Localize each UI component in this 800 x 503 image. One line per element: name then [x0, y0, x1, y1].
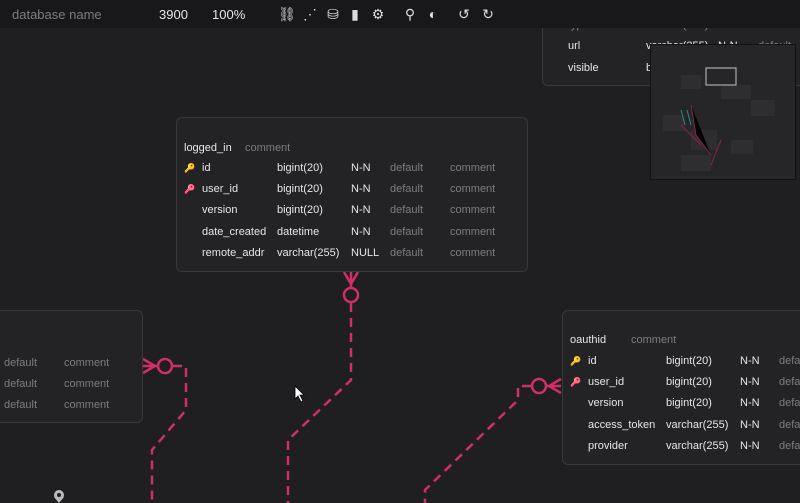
column-null: N-N: [740, 397, 760, 410]
column-name: user_id: [202, 183, 239, 196]
column-comment: comment: [450, 246, 496, 259]
column-type: bigint(20): [277, 183, 323, 196]
relation-line-left: [150, 364, 188, 503]
column-default: defa: [779, 418, 800, 431]
foreign-key-icon: 🔑: [184, 184, 196, 195]
column-default: default: [4, 357, 38, 369]
column-null: NULL: [351, 246, 380, 259]
column-name: version: [588, 397, 624, 410]
toolbar: database name 3900 100% ⛓ ⋰ ⛁ ▮ ⚙ ⚲ ◐ ↺ …: [0, 0, 800, 28]
column-name: date_created: [202, 225, 267, 238]
column-type: varchar(255): [666, 418, 729, 431]
column-null: N-N: [740, 355, 760, 367]
database-name[interactable]: database name: [12, 7, 102, 22]
column-null: N-N: [740, 439, 760, 452]
column-default: default: [390, 204, 424, 217]
relation-foot-logged-in: [342, 271, 360, 287]
column-default: defa: [779, 397, 800, 410]
table-oauthid[interactable]: oauthid comment 🔑 id bigint(20) N-N defa 🔑 user…: [562, 310, 800, 465]
column-default: default: [390, 162, 424, 174]
table-comment: comment: [245, 142, 291, 154]
column-default: defa: [779, 355, 800, 367]
column-default: default: [4, 378, 38, 390]
zoom-level[interactable]: 100%: [212, 7, 245, 22]
relation-line-logged-in: [286, 303, 353, 503]
chart-icon[interactable]: ⋰: [301, 5, 319, 23]
column-name: url: [568, 40, 581, 52]
column-default: default: [390, 246, 424, 259]
minimap-viewport: [705, 67, 737, 86]
relation-foot-oauthid: [546, 377, 562, 395]
column-default: default: [4, 399, 38, 411]
minimap[interactable]: [650, 44, 796, 180]
table-name: oauthid: [570, 334, 607, 346]
column-comment: comment: [450, 225, 496, 238]
column-null: N-N: [351, 183, 371, 196]
relation-line-oauthid: [423, 384, 531, 503]
undo-icon[interactable]: ↺: [455, 5, 473, 23]
column-default: defa: [779, 439, 800, 452]
column-null: N-N: [740, 418, 760, 431]
column-comment: comment: [450, 183, 496, 196]
column-comment: comment: [450, 204, 496, 217]
relation-circle-oauthid: [530, 377, 548, 395]
location-pin-icon: [54, 490, 64, 503]
column-type: varchar(255): [277, 246, 340, 259]
column-name: remote_addr: [202, 246, 265, 259]
foreign-key-icon: 🔑: [570, 377, 582, 388]
column-comment: comment: [64, 399, 110, 411]
column-null: N-N: [351, 162, 371, 174]
column-comment: comment: [64, 357, 110, 369]
column-name: access_token: [588, 418, 656, 431]
column-name: user_id: [588, 376, 625, 389]
column-null: N-N: [740, 376, 760, 389]
column-type: bigint(20): [666, 397, 712, 410]
column-name: visible: [568, 62, 599, 74]
relation-foot-left: [142, 357, 158, 375]
count: 3900: [159, 7, 188, 22]
column-name: version: [202, 204, 238, 217]
column-type: bigint(20): [277, 204, 323, 217]
column-null: N-N: [351, 204, 371, 217]
contrast-icon[interactable]: ◐: [424, 5, 442, 23]
code-file-icon[interactable]: ▮: [346, 5, 364, 23]
column-null: N-N: [351, 225, 371, 238]
relation-circle-logged-in: [342, 286, 360, 304]
column-type: varchar(255): [666, 439, 729, 452]
column-name: id: [202, 162, 211, 174]
primary-key-icon: 🔑: [184, 163, 196, 173]
column-type: datetime: [277, 225, 320, 238]
primary-key-icon: 🔑: [570, 356, 582, 366]
column-name: provider: [588, 439, 628, 452]
table-comment: comment: [631, 334, 677, 346]
column-default: defa: [779, 376, 800, 389]
database-icon[interactable]: ⛁: [324, 5, 342, 23]
table-left[interactable]: default comment default comment default com…: [0, 310, 143, 423]
minimap-preview: [663, 67, 775, 171]
table-name: logged_in: [184, 142, 232, 154]
search-icon[interactable]: ⚲: [401, 5, 419, 23]
column-type: bigint(20): [277, 162, 323, 174]
diagram-icon[interactable]: ⛓: [278, 5, 296, 23]
column-comment: comment: [64, 378, 110, 390]
column-name: id: [588, 355, 597, 367]
column-default: default: [390, 225, 424, 238]
column-type: bigint(20): [666, 376, 712, 389]
column-type: bigint(20): [666, 355, 712, 367]
relation-circle-left: [156, 357, 174, 375]
redo-icon[interactable]: ↻: [479, 5, 497, 23]
column-default: default: [390, 183, 424, 196]
mouse-cursor-icon: [294, 385, 305, 403]
column-comment: comment: [450, 162, 496, 174]
table-logged-in[interactable]: logged_in comment 🔑 id bigint(20) N-N default…: [176, 117, 528, 272]
gear-icon[interactable]: ⚙: [369, 5, 387, 23]
